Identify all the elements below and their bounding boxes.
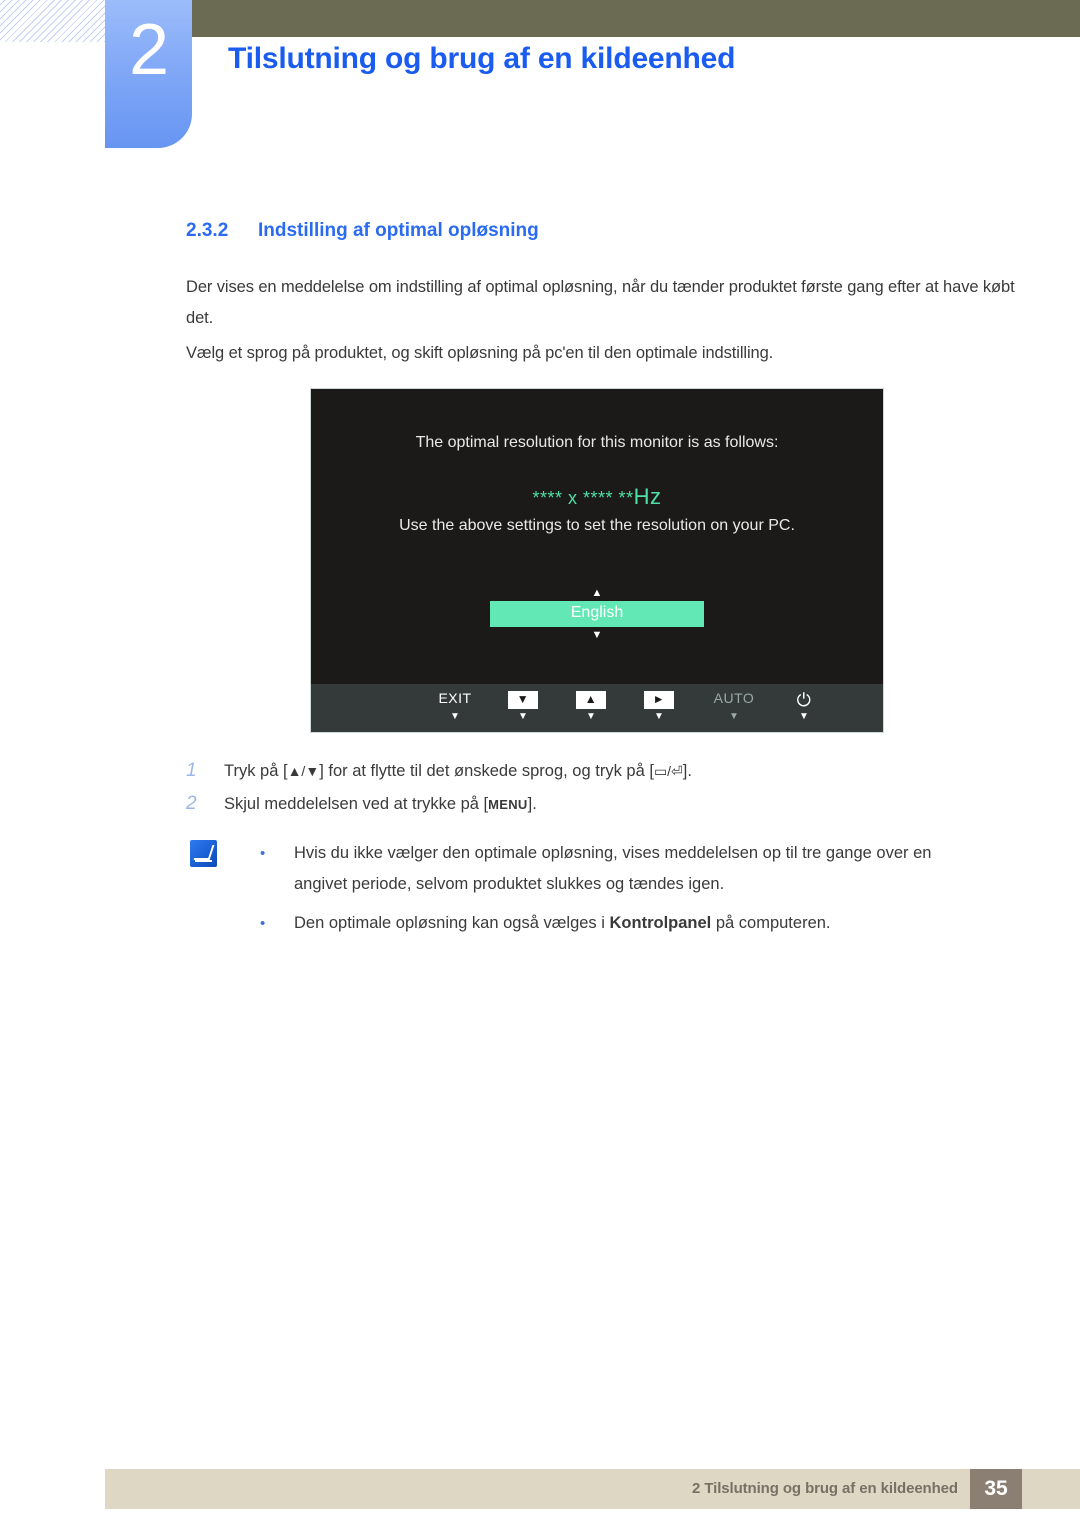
- paragraph-instruction: Vælg et sprog på produktet, og skift opl…: [186, 344, 774, 362]
- osd-button-enter-tick: ▼: [654, 711, 664, 722]
- osd-button-power-tick: ▼: [799, 711, 809, 722]
- bullet-icon: •: [260, 845, 266, 862]
- osd-resolution-value: **** x **** **: [532, 488, 634, 508]
- step-1-text-after: ].: [682, 762, 692, 780]
- caret-down-icon[interactable]: ▼: [311, 629, 883, 641]
- step-2-text-before: Skjul meddelelsen ved at trykke på [: [224, 795, 489, 813]
- step-2-text-after: ].: [527, 795, 537, 813]
- osd-screenshot: The optimal resolution for this monitor …: [310, 388, 884, 733]
- osd-selected-language[interactable]: English: [490, 601, 704, 627]
- osd-button-enter[interactable]: ► ▼: [621, 690, 697, 724]
- osd-button-up-label: ▲: [553, 690, 629, 710]
- step-1-number: 1: [186, 760, 197, 781]
- note-list: • Hvis du ikke vælger den optimale opløsn…: [258, 838, 988, 947]
- note-item-text-after: på computeren.: [711, 914, 831, 932]
- step-1: 1 Tryk på [▲/▼] for at flytte til det øns…: [186, 758, 692, 784]
- chapter-number: 2: [128, 10, 169, 90]
- footer-page-number: 35: [970, 1469, 1022, 1509]
- osd-resolution: **** x **** **Hz: [311, 484, 883, 510]
- paragraph-intro: Der vises en meddelelse om indstilling a…: [186, 278, 1015, 327]
- step-1-keys-enter: ▭/⏎: [653, 763, 683, 779]
- osd-resolution-unit: Hz: [633, 484, 662, 509]
- chapter-title: Tilslutning og brug af en kildeenhed: [228, 42, 736, 75]
- osd-button-exit-label: EXIT: [438, 690, 472, 706]
- step-1-text-middle: ] for at flytte til det ønskede sprog, o…: [319, 762, 654, 780]
- step-2-number: 2: [186, 793, 197, 814]
- osd-button-up-tick: ▼: [586, 711, 596, 722]
- note-item-emphasis: Kontrolpanel: [609, 914, 712, 932]
- osd-button-enter-label: ►: [621, 690, 697, 710]
- osd-subline: Use the above settings to set the resolu…: [399, 517, 795, 534]
- osd-button-exit[interactable]: EXIT ▼: [417, 690, 493, 724]
- header-hatch-decoration: [0, 0, 112, 42]
- header-brown-bar: [192, 0, 1080, 37]
- osd-button-power-label: ⏻: [766, 690, 842, 710]
- osd-button-auto-label: AUTO: [713, 690, 755, 706]
- step-1-text-before: Tryk på [: [224, 762, 288, 780]
- osd-button-down-label: ▼: [485, 690, 561, 710]
- osd-language-selector[interactable]: ▲ English ▼: [311, 587, 883, 641]
- note-pen-icon: [190, 840, 217, 867]
- osd-button-auto-tick: ▼: [729, 711, 739, 722]
- osd-headline: The optimal resolution for this monitor …: [415, 434, 779, 451]
- footer-chapter-label: 2 Tilslutning og brug af en kildeenhed: [692, 1480, 958, 1497]
- arrow-down-icon: ▼: [507, 691, 539, 709]
- bullet-icon: •: [260, 915, 266, 932]
- chapter-tab: 2: [105, 0, 192, 148]
- section-heading: 2.3.2 Indstilling af optimal opløsning: [186, 220, 539, 242]
- osd-button-up[interactable]: ▲ ▼: [553, 690, 629, 724]
- osd-button-bar: EXIT ▼ ▼ ▼ ▲ ▼ ► ▼ AUTO ▼ ⏻ ▼: [311, 683, 883, 732]
- note-item-text: Hvis du ikke vælger den optimale opløsni…: [294, 844, 932, 893]
- osd-button-auto[interactable]: AUTO ▼: [696, 690, 772, 724]
- osd-button-down[interactable]: ▼ ▼: [485, 690, 561, 724]
- osd-button-power[interactable]: ⏻ ▼: [766, 690, 842, 724]
- section-title: Indstilling af optimal opløsning: [258, 220, 539, 241]
- step-2-key-menu: MENU: [488, 797, 528, 812]
- power-icon: ⏻: [796, 690, 812, 710]
- note-item-text-before: Den optimale opløsning kan også vælges i: [294, 914, 610, 932]
- note-item: • Hvis du ikke vælger den optimale opløsn…: [258, 838, 988, 900]
- note-item: • Den optimale opløsning kan også vælges …: [258, 908, 988, 939]
- caret-up-icon[interactable]: ▲: [311, 587, 883, 599]
- arrow-right-icon: ►: [643, 691, 675, 709]
- osd-button-exit-tick: ▼: [450, 711, 460, 722]
- footer-bar: 2 Tilslutning og brug af en kildeenhed 3…: [105, 1469, 1080, 1509]
- section-number: 2.3.2: [186, 220, 229, 241]
- step-1-keys-arrows: ▲/▼: [287, 763, 320, 779]
- step-2: 2 Skjul meddelelsen ved at trykke på [MEN…: [186, 791, 537, 818]
- osd-button-down-tick: ▼: [518, 711, 528, 722]
- arrow-up-icon: ▲: [575, 691, 607, 709]
